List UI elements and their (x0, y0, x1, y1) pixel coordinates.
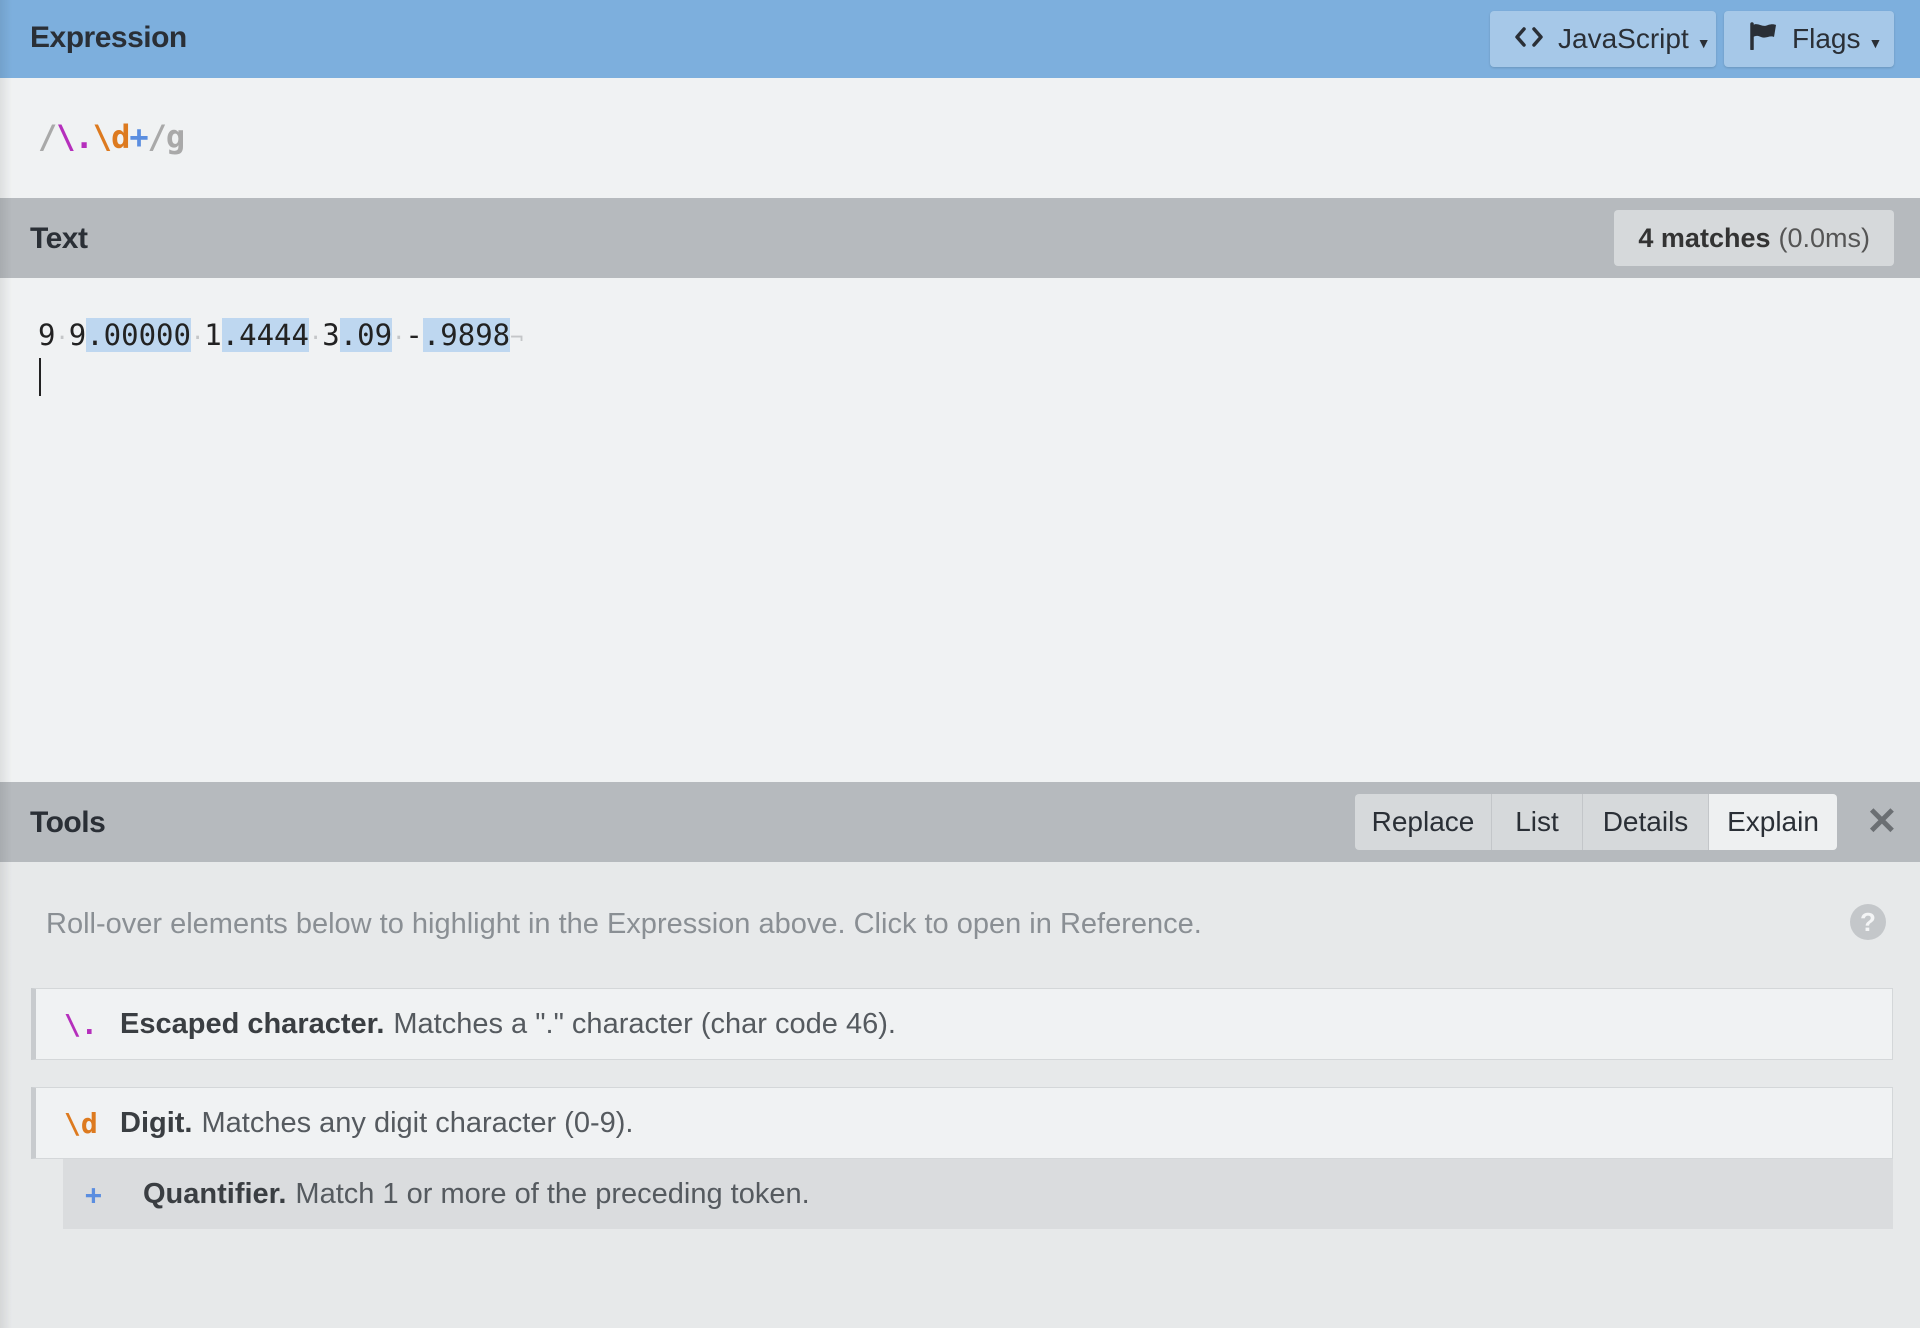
regex-digit-token[interactable]: \d (93, 118, 131, 156)
regex-expression[interactable]: /\.\d+/g (38, 118, 185, 156)
line-end-marker: ¬ (510, 326, 524, 351)
flags-button[interactable]: Flags ▼ (1724, 11, 1894, 67)
expression-title: Expression (30, 21, 187, 54)
explain-hint: Roll-over elements below to highlight in… (46, 908, 1202, 940)
expression-header: Expression JavaScript ▼ Flags ▼ (0, 0, 1920, 78)
match-highlight: .9898 (422, 318, 511, 352)
explain-description: Matches any digit character (0-9). (201, 1106, 634, 1139)
explain-item-quantifier[interactable]: + Quantifier. Match 1 or more of the pre… (63, 1159, 1893, 1229)
match-count-badge: 4 matches (0.0ms) (1614, 210, 1894, 266)
flag-icon (1748, 21, 1778, 57)
whitespace-marker: · (308, 326, 323, 351)
tab-explain[interactable]: Explain (1709, 794, 1837, 850)
regex-escaped-dot-token[interactable]: \. (56, 118, 94, 156)
whitespace-marker: · (55, 326, 69, 351)
tools-tabs: Replace List Details Explain (1355, 794, 1837, 850)
test-text-segment: 9 (68, 318, 87, 352)
explain-name: Escaped character. (120, 1007, 385, 1040)
match-count: 4 matches (1638, 222, 1771, 253)
explain-description: Match 1 or more of the preceding token. (295, 1177, 810, 1210)
regex-close-delimiter: / (147, 118, 167, 156)
test-text-segment: - (405, 318, 423, 352)
test-text-editor[interactable]: 9·9.00000·1.4444·3.09·-.9898¬ (0, 278, 1920, 782)
test-text-segment: 1 (204, 318, 222, 352)
language-label: JavaScript (1558, 23, 1689, 54)
language-button[interactable]: JavaScript ▼ (1490, 11, 1716, 67)
explain-description: Matches a "." character (char code 46). (393, 1007, 896, 1040)
match-highlight: .09 (339, 318, 393, 352)
test-text-segment: 3 (322, 318, 340, 352)
text-header: Text 4 matches (0.0ms) (0, 198, 1920, 278)
tab-replace[interactable]: Replace (1355, 794, 1492, 850)
regex-flags: g (165, 118, 185, 156)
explain-item-digit[interactable]: \d Digit. Matches any digit character (0… (31, 1087, 1893, 1159)
explain-token: \d (64, 1106, 98, 1140)
close-icon[interactable]: ✕ (1866, 803, 1898, 841)
explain-token: \. (64, 1007, 98, 1041)
tab-details[interactable]: Details (1583, 794, 1709, 850)
explain-name: Digit. (120, 1106, 193, 1139)
test-text-segment: 9 (38, 318, 56, 352)
code-brackets-icon (1514, 23, 1544, 55)
match-highlight: .4444 (221, 318, 309, 352)
chevron-down-icon: ▼ (1868, 35, 1883, 51)
text-cursor (39, 358, 41, 396)
text-title: Text (30, 222, 88, 255)
whitespace-marker: · (190, 326, 205, 351)
chevron-down-icon: ▼ (1696, 35, 1711, 51)
expression-editor[interactable]: /\.\d+/g (0, 78, 1920, 198)
tab-list[interactable]: List (1492, 794, 1583, 850)
match-time: (0.0ms) (1778, 222, 1870, 253)
explain-name: Quantifier. (143, 1177, 287, 1210)
regex-quantifier-token[interactable]: + (129, 118, 148, 156)
match-highlight: .00000 (86, 318, 191, 352)
help-icon[interactable]: ? (1850, 904, 1886, 940)
tools-header: Tools Replace List Details Explain ✕ (0, 782, 1920, 862)
regex-open-delimiter: / (38, 118, 57, 156)
explain-item-escaped-character[interactable]: \. Escaped character. Matches a "." char… (31, 988, 1893, 1060)
explain-token: + (85, 1177, 102, 1211)
whitespace-marker: · (392, 326, 406, 351)
tools-title: Tools (30, 806, 106, 839)
test-string[interactable]: 9·9.00000·1.4444·3.09·-.9898¬ (38, 318, 523, 352)
flags-label: Flags (1792, 23, 1861, 54)
